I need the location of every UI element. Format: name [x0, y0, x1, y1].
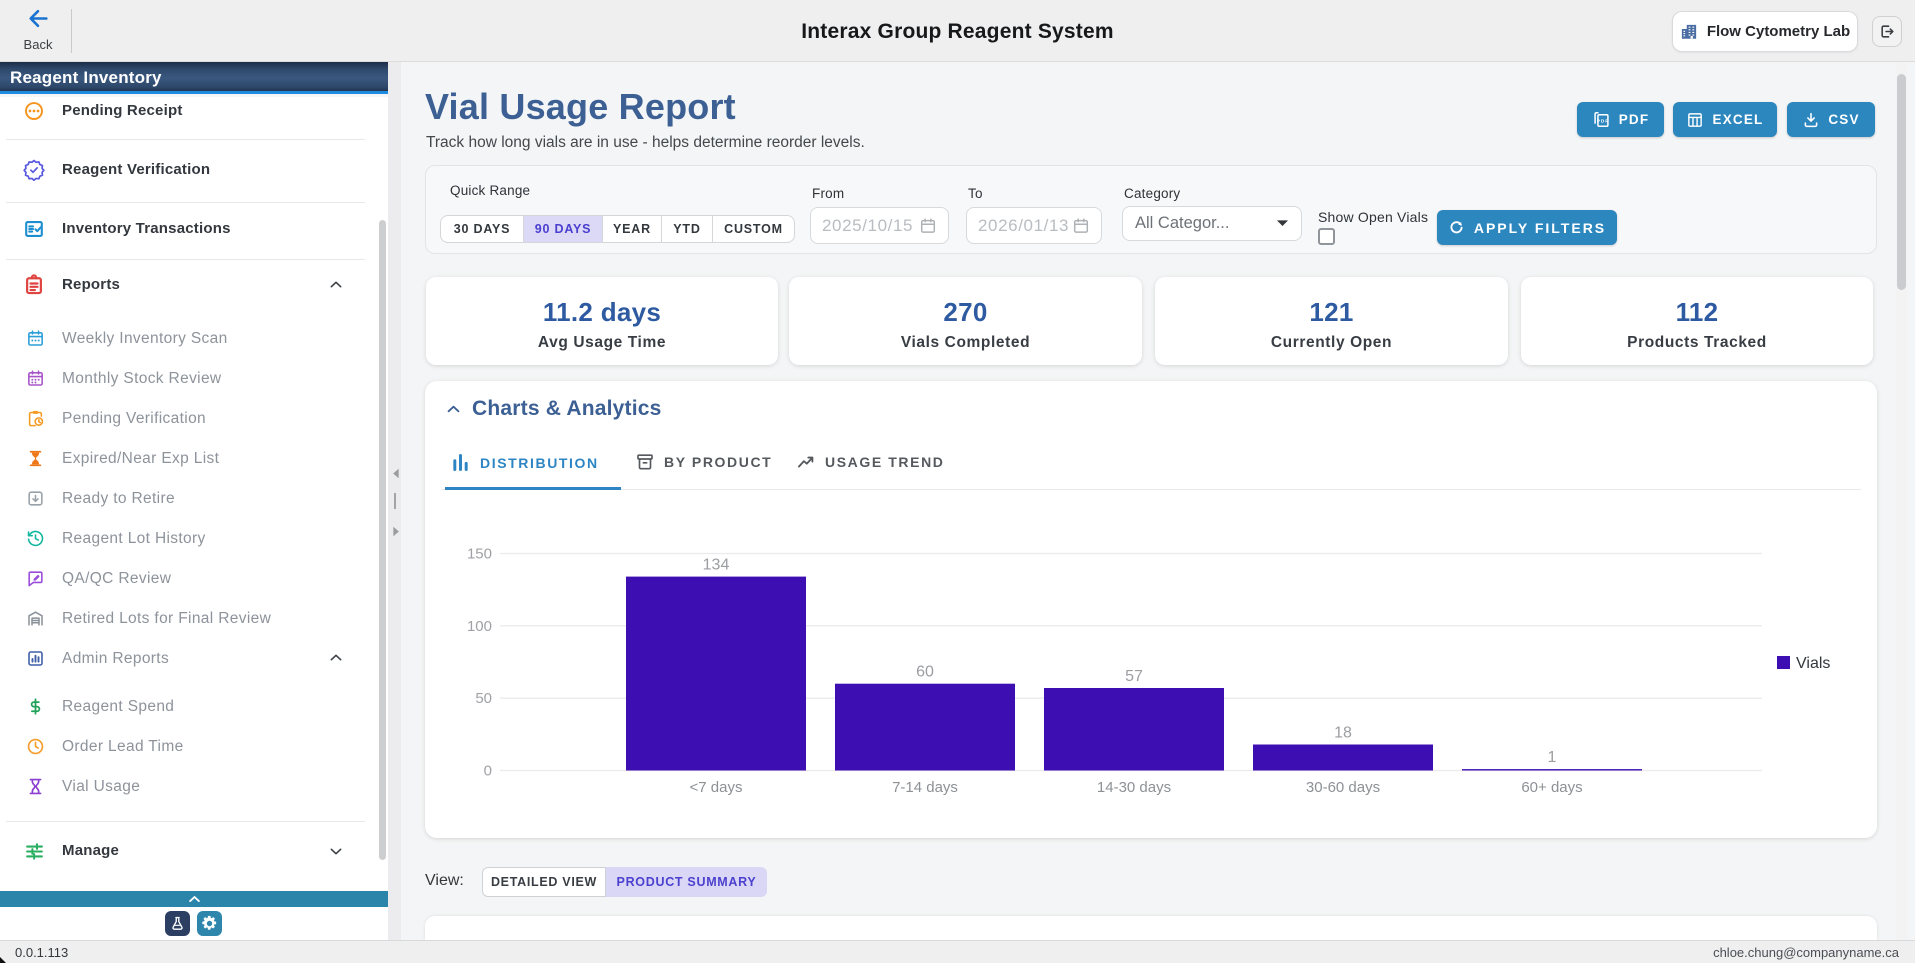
- svg-text:50: 50: [475, 690, 492, 707]
- svg-text:Vials: Vials: [1796, 655, 1830, 672]
- svg-text:7-14 days: 7-14 days: [892, 779, 958, 796]
- svg-text:150: 150: [467, 546, 492, 563]
- svg-text:<7 days: <7 days: [690, 779, 743, 796]
- svg-text:60: 60: [916, 664, 934, 681]
- svg-text:1: 1: [1548, 749, 1557, 766]
- svg-text:100: 100: [467, 618, 492, 635]
- svg-text:57: 57: [1125, 668, 1143, 685]
- svg-text:134: 134: [703, 557, 730, 574]
- svg-text:60+ days: 60+ days: [1521, 779, 1582, 796]
- svg-text:30-60 days: 30-60 days: [1306, 779, 1380, 796]
- svg-text:14-30 days: 14-30 days: [1097, 779, 1171, 796]
- svg-text:18: 18: [1334, 725, 1352, 742]
- svg-text:PDF: PDF: [1596, 118, 1608, 124]
- svg-text:0: 0: [484, 763, 492, 780]
